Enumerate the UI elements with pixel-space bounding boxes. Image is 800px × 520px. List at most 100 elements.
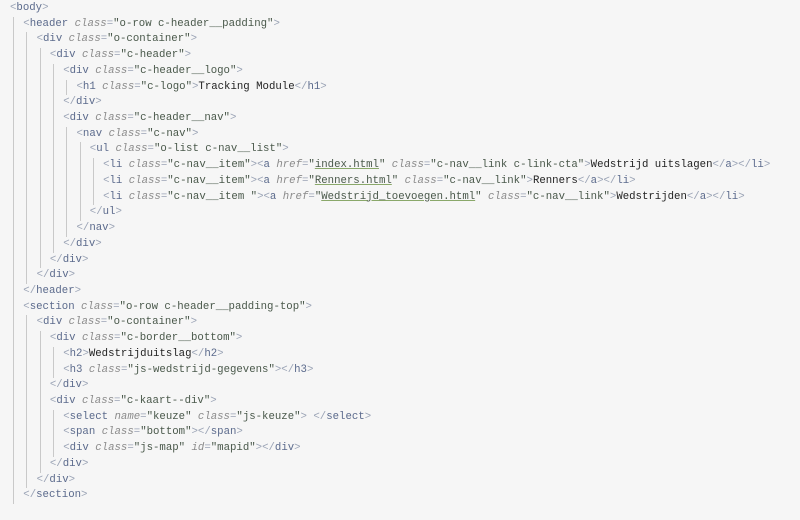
indent-guide	[26, 63, 28, 80]
attribute-value: "c-nav__item "	[167, 190, 258, 203]
indent-guide	[26, 158, 28, 174]
attribute-value: "o-container"	[107, 33, 191, 46]
attribute-name: class	[81, 300, 114, 313]
indent-guide	[39, 362, 41, 379]
attribute-name: class	[68, 316, 101, 329]
attribute-value: "c-nav__item"	[167, 174, 251, 187]
tag-name: div	[62, 457, 82, 470]
code-line: <div class="c-header__logo">	[0, 63, 800, 80]
tag-name: li	[616, 174, 630, 187]
bracket: </	[49, 253, 63, 266]
bracket: >	[81, 457, 89, 470]
tag-name: div	[69, 64, 96, 77]
bracket: >	[364, 410, 372, 423]
indent-guide	[66, 221, 68, 237]
indent-guide	[26, 441, 28, 457]
indent-guide	[66, 142, 68, 159]
attribute-name: href	[276, 174, 302, 187]
attribute-value: "c-nav__item"	[167, 159, 251, 172]
bracket: </	[686, 190, 700, 203]
indent-guide	[39, 126, 41, 143]
tag-name: div	[49, 473, 69, 486]
code-line: <div class="o-container">	[0, 315, 800, 332]
attribute-value: "	[378, 159, 392, 172]
indent-guide	[52, 221, 54, 237]
attribute-name: class	[391, 159, 424, 172]
text-content: Renners	[532, 174, 578, 187]
indent-guide	[26, 95, 28, 112]
code-line: <ul class="o-list c-nav__list">	[0, 142, 800, 159]
indent-guide	[52, 79, 54, 96]
bracket: >	[738, 190, 745, 203]
indent-guide	[13, 488, 14, 504]
tag-name: div	[274, 442, 295, 455]
indent-guide	[92, 158, 94, 174]
indent-guide	[39, 425, 41, 442]
code-line: <div class="c-header__nav">	[0, 111, 800, 127]
indent-guide	[39, 441, 41, 457]
indent-guide	[39, 189, 41, 206]
code-line: </section>	[0, 488, 800, 504]
attribute-value: "c-header__logo"	[133, 64, 237, 77]
indent-guide	[26, 252, 28, 269]
indent-guide	[13, 425, 14, 442]
tag-name: h2	[69, 347, 83, 360]
code-line: <div class="c-border__bottom">	[0, 331, 800, 347]
attribute-name: class	[101, 426, 134, 439]
bracket: >	[236, 64, 243, 77]
attribute-value: "keuze"	[146, 410, 198, 423]
indent-guide	[39, 409, 41, 426]
attribute-name: class	[102, 80, 135, 93]
tag-name: div	[56, 394, 82, 407]
bracket: ></	[706, 190, 726, 203]
indent-guide	[13, 299, 14, 316]
bracket: >	[81, 253, 89, 266]
indent-guide	[52, 95, 54, 112]
indent-guide	[92, 173, 94, 190]
code-line: <li class="c-nav__item "><a href="Wedstr…	[0, 189, 800, 206]
attribute-value: "o-list c-nav__list"	[153, 143, 283, 156]
indent-guide	[79, 173, 81, 190]
indent-guide	[39, 331, 41, 347]
bracket: >	[108, 222, 115, 235]
indent-guide	[26, 456, 28, 473]
indent-guide	[13, 205, 14, 222]
tag-name: span	[210, 426, 237, 439]
indent-guide	[13, 189, 14, 206]
tag-name: div	[62, 253, 82, 266]
attribute-value: "c-header"	[120, 49, 185, 62]
attribute-name: class	[95, 442, 128, 455]
tag-name: nav	[89, 222, 109, 235]
code-line: <div class="o-container">	[0, 32, 800, 49]
indent-guide	[13, 456, 14, 473]
indent-guide	[52, 362, 54, 379]
bracket: >	[42, 2, 49, 14]
bracket: >	[763, 159, 771, 172]
bracket: >	[184, 49, 192, 62]
bracket: </	[36, 269, 50, 282]
bracket: >	[68, 269, 76, 282]
indent-guide	[52, 111, 54, 127]
code-line: <h1 class="c-logo">Tracking Module</h1>	[0, 79, 800, 96]
indent-guide	[26, 315, 28, 332]
bracket: >	[74, 284, 82, 297]
bracket: >	[95, 96, 102, 109]
bracket: >	[68, 473, 76, 486]
attribute-value: "bottom"	[140, 426, 192, 439]
href-link[interactable]: Wedstrijd_toevoegen.html	[321, 191, 475, 203]
bracket: </	[197, 426, 211, 439]
bracket: >	[210, 394, 217, 407]
code-line: </div>	[0, 252, 800, 269]
indent-guide	[52, 236, 54, 253]
text-content: Wedstrijd uitslagen	[590, 159, 713, 172]
code-line: </div>	[0, 378, 800, 394]
href-link[interactable]: Renners.html	[315, 175, 392, 187]
indent-guide	[26, 221, 28, 237]
tag-name: h3	[69, 363, 89, 376]
indent-guide	[13, 472, 14, 489]
indent-guide	[26, 48, 28, 64]
code-line: </header>	[0, 283, 800, 300]
href-link[interactable]: index.html	[315, 159, 379, 171]
indent-guide	[79, 205, 81, 222]
text-content: Wedstrijden	[616, 190, 687, 203]
